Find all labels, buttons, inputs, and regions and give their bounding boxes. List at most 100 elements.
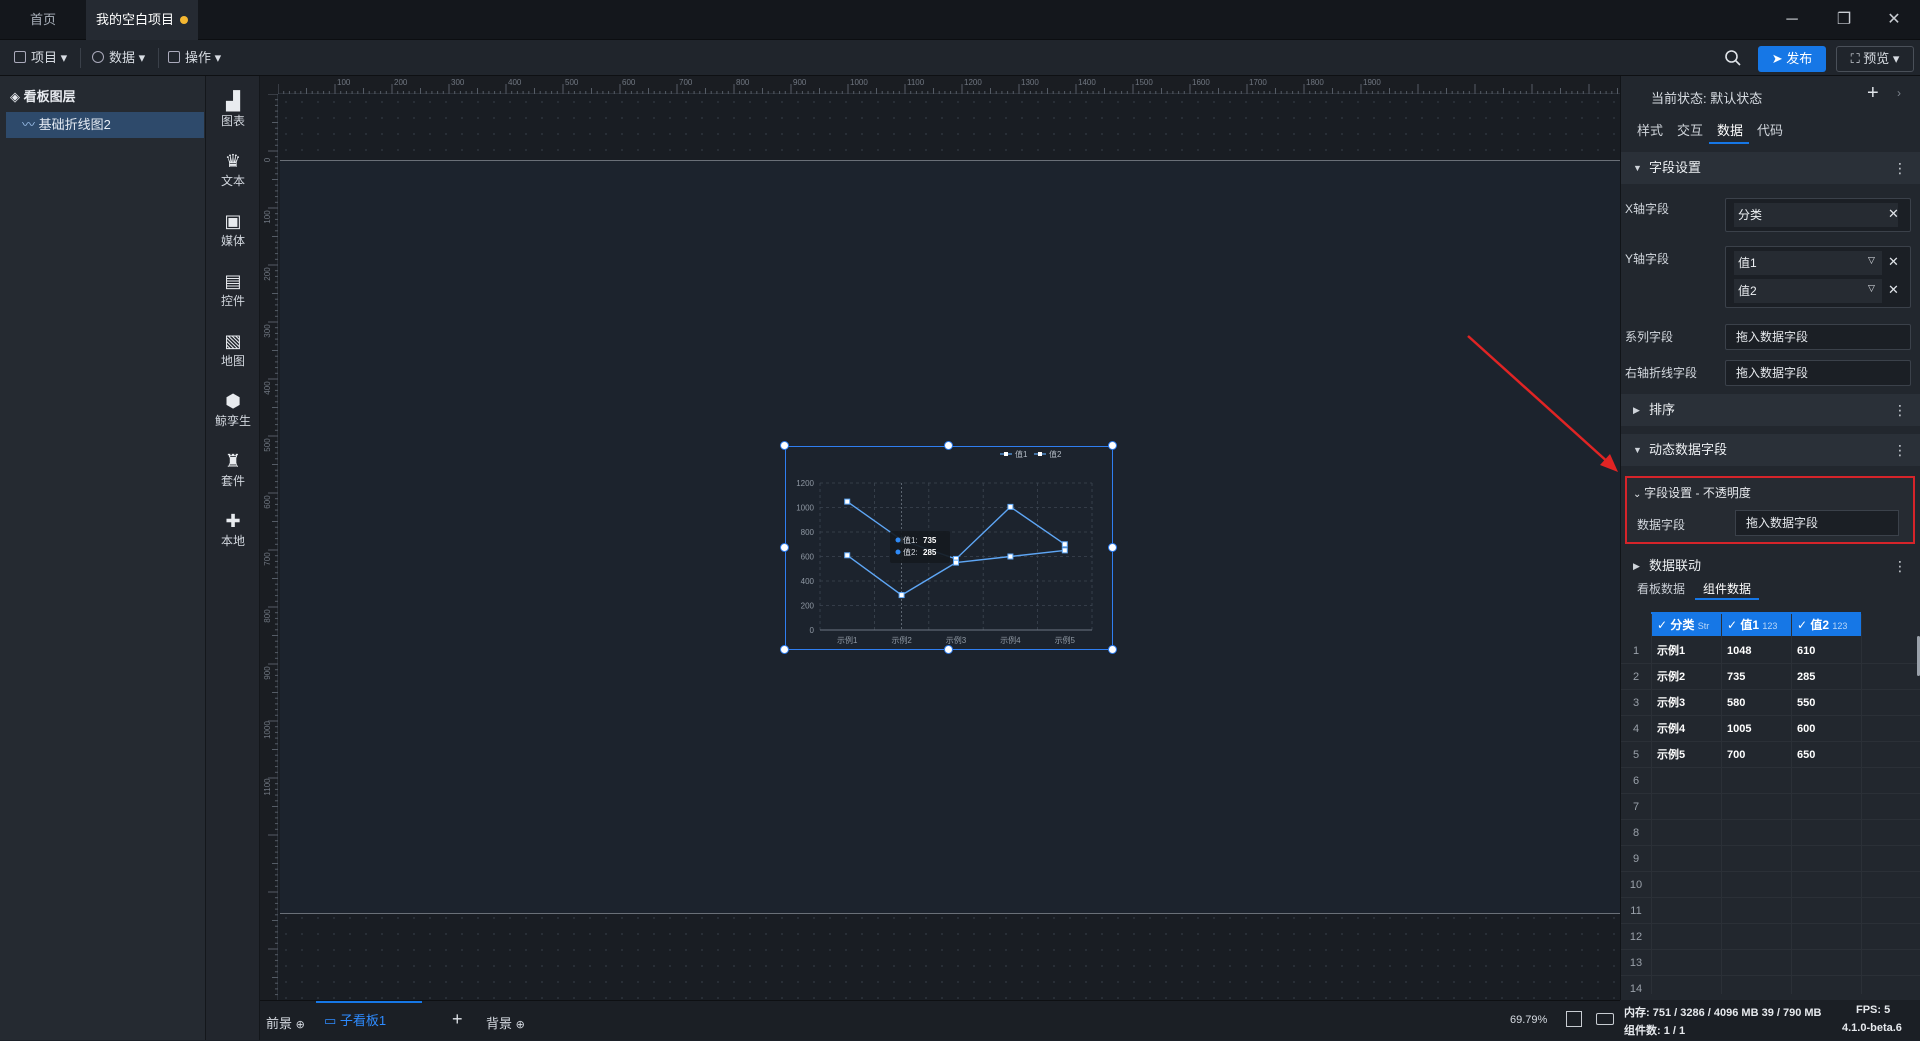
table-row[interactable]: 13 [1621, 950, 1920, 976]
table-row[interactable]: 11 [1621, 898, 1920, 924]
tab-background[interactable]: 背景 ⊕ [486, 1013, 525, 1032]
section-data-link[interactable]: ▶ 数据联动 ⋮ [1621, 550, 1920, 582]
table-cell[interactable]: 示例3 [1657, 690, 1685, 716]
restore-icon[interactable]: ❐ [1834, 10, 1854, 30]
zoom-level[interactable]: 69.79% [1510, 1014, 1547, 1026]
table-row[interactable]: 7 [1621, 794, 1920, 820]
chevron-right-icon[interactable]: › [1897, 86, 1901, 100]
series-field-input[interactable]: 拖入数据字段 [1725, 324, 1911, 350]
table-cell[interactable]: 600 [1797, 716, 1815, 742]
section-dynamic-fields[interactable]: ▼ 动态数据字段 ⋮ [1621, 434, 1920, 466]
component-control[interactable]: ▤ 控件 [206, 270, 260, 309]
add-circle-icon[interactable]: ⊕ [516, 1019, 525, 1031]
table-cell[interactable]: 650 [1797, 742, 1815, 768]
table-row[interactable]: 14 [1621, 976, 1920, 994]
tab-code[interactable]: 代码 [1757, 120, 1783, 139]
table-cell[interactable]: 735 [1727, 664, 1745, 690]
tab-subboard[interactable]: ▭ 子看板1 [316, 1001, 422, 1041]
table-row[interactable]: 8 [1621, 820, 1920, 846]
chevron-down-icon[interactable]: ▽ [1868, 255, 1875, 266]
line-chart-component[interactable]: 0 200 400 600 800 1000 1200 示例1 示例2 示例3 示例4 示例5 值1… [785, 446, 1113, 650]
tab-interaction[interactable]: 交互 [1677, 120, 1703, 139]
tab-home[interactable]: 首页 [0, 0, 86, 40]
search-icon[interactable] [1724, 49, 1742, 67]
component-map[interactable]: ▧ 地图 [206, 330, 260, 369]
layer-item[interactable]: 〰 基础折线图2 [6, 112, 204, 138]
minimize-icon[interactable]: ─ [1782, 10, 1802, 30]
data-grid[interactable]: 1 示例1 1048 610 2 示例2 735 285 3 示例3 580 550 4 示例4 1005 6… [1621, 614, 1920, 994]
tab-board-data[interactable]: 看板数据 [1637, 580, 1685, 597]
table-row[interactable]: 6 [1621, 768, 1920, 794]
resize-handle[interactable] [944, 441, 953, 450]
toolbar-divider [158, 48, 159, 68]
keyboard-icon[interactable] [1596, 1013, 1614, 1025]
more-icon[interactable]: ⋮ [1893, 434, 1907, 466]
section-sort[interactable]: ▶ 排序 ⋮ [1621, 394, 1920, 426]
opacity-data-field-input[interactable]: 拖入数据字段 [1735, 510, 1899, 536]
y-field-chip[interactable]: 值1 [1734, 251, 1882, 275]
tab-project[interactable]: 我的空白项目 [86, 0, 198, 40]
menu-operation[interactable]: 操作 ▾ [168, 48, 221, 68]
resize-handle[interactable] [1108, 645, 1117, 654]
table-row[interactable]: 12 [1621, 924, 1920, 950]
more-icon[interactable]: ⋮ [1893, 152, 1907, 184]
y-field-chip[interactable]: 值2 [1734, 279, 1882, 303]
close-icon[interactable]: ✕ [1884, 10, 1904, 30]
fit-screen-icon[interactable] [1566, 1011, 1582, 1027]
tab-component-data[interactable]: 组件数据 [1695, 576, 1759, 600]
table-cell[interactable]: 示例2 [1657, 664, 1685, 690]
table-cell[interactable]: 示例4 [1657, 716, 1685, 742]
x-field-chip[interactable]: 分类 [1734, 203, 1898, 227]
table-row[interactable]: 5 示例5 700 650 [1621, 742, 1920, 768]
opacity-field-title[interactable]: ⌄ 字段设置 - 不透明度 [1633, 484, 1751, 501]
component-media[interactable]: ▣ 媒体 [206, 210, 260, 249]
remove-icon[interactable]: ✕ [1888, 206, 1899, 222]
x-field-box[interactable]: 分类 ✕ [1725, 198, 1911, 232]
right-axis-field-input[interactable]: 拖入数据字段 [1725, 360, 1911, 386]
more-icon[interactable]: ⋮ [1893, 394, 1907, 426]
remove-icon[interactable]: ✕ [1888, 282, 1899, 298]
table-cell[interactable]: 550 [1797, 690, 1815, 716]
chevron-down-icon[interactable]: ▽ [1868, 283, 1875, 294]
table-cell[interactable]: 1005 [1727, 716, 1751, 742]
y-field-box[interactable]: 值1 ▽ ✕ 值2 ▽ ✕ [1725, 246, 1911, 308]
tab-data[interactable]: 数据 [1709, 114, 1749, 144]
table-cell[interactable]: 610 [1797, 638, 1815, 664]
more-icon[interactable]: ⋮ [1893, 550, 1907, 582]
component-text[interactable]: ♛ 文本 [206, 150, 260, 189]
table-row[interactable]: 2 示例2 735 285 [1621, 664, 1920, 690]
preview-button[interactable]: ⛶ 预览 ▾ [1836, 46, 1914, 72]
resize-handle[interactable] [1108, 441, 1117, 450]
add-state-icon[interactable]: + [1867, 82, 1879, 105]
table-row[interactable]: 3 示例3 580 550 [1621, 690, 1920, 716]
resize-handle[interactable] [780, 645, 789, 654]
table-cell[interactable]: 580 [1727, 690, 1745, 716]
tab-style[interactable]: 样式 [1637, 120, 1663, 139]
table-row[interactable]: 10 [1621, 872, 1920, 898]
add-circle-icon[interactable]: ⊕ [296, 1019, 305, 1031]
add-board-button[interactable]: + [452, 1009, 463, 1030]
resize-handle[interactable] [944, 645, 953, 654]
table-row[interactable]: 1 示例1 1048 610 [1621, 638, 1920, 664]
publish-button[interactable]: ➤ 发布 [1758, 46, 1826, 72]
table-cell[interactable]: 285 [1797, 664, 1815, 690]
tab-foreground[interactable]: 前景 ⊕ [266, 1013, 305, 1032]
component-twin[interactable]: ⬢ 鲸孪生 [206, 390, 260, 429]
table-cell[interactable]: 示例1 [1657, 638, 1685, 664]
section-field-settings[interactable]: ▼ 字段设置 ⋮ [1621, 152, 1920, 184]
chart-legend[interactable]: 值1 值2 [1000, 449, 1062, 459]
table-cell[interactable]: 700 [1727, 742, 1745, 768]
table-cell[interactable]: 示例5 [1657, 742, 1685, 768]
menu-project[interactable]: 项目 ▾ [14, 48, 67, 68]
component-chart[interactable]: ▟ 图表 [206, 90, 260, 129]
resize-handle[interactable] [780, 543, 789, 552]
remove-icon[interactable]: ✕ [1888, 254, 1899, 270]
component-local[interactable]: ✚ 本地 [206, 510, 260, 549]
resize-handle[interactable] [780, 441, 789, 450]
menu-data[interactable]: 数据 ▾ [92, 48, 145, 68]
table-cell[interactable]: 1048 [1727, 638, 1751, 664]
component-kit[interactable]: ♜ 套件 [206, 450, 260, 489]
table-row[interactable]: 4 示例4 1005 600 [1621, 716, 1920, 742]
table-row[interactable]: 9 [1621, 846, 1920, 872]
resize-handle[interactable] [1108, 543, 1117, 552]
